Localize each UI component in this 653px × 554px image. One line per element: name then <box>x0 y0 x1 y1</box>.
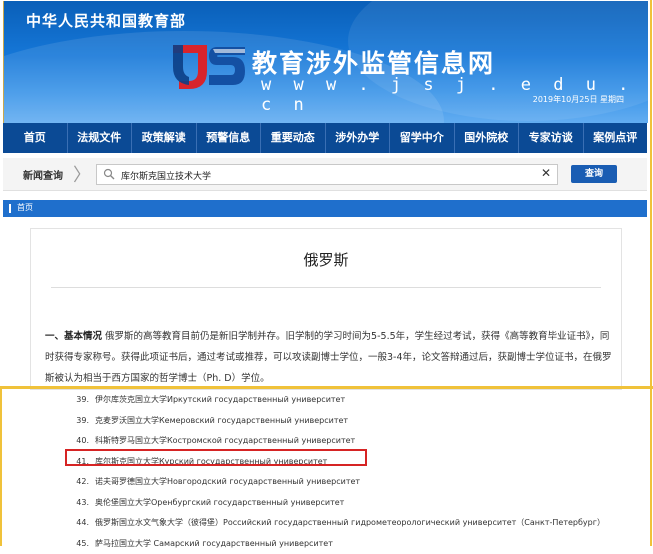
list-item-name: 科斯特罗马国立大学Костромской государственный уни… <box>95 436 355 445</box>
list-item-number: 39. <box>72 411 89 432</box>
section-divider <box>0 386 653 389</box>
list-item: 39. 伊尔库茨克国立大学Иркутский государственный ун… <box>72 390 632 411</box>
intro-paragraph: 一、基本情况 俄罗斯的高等教育目前仍是新旧学制并存。旧学制的学习时间为5-5.5… <box>45 326 615 389</box>
nav-item-schools[interactable]: 涉外办学 <box>326 123 391 153</box>
breadcrumb-home[interactable]: 首页 <box>17 202 33 213</box>
nav-item-cases[interactable]: 案例点评 <box>584 123 648 153</box>
list-item-name: 克麦罗沃国立大学Кемеровский государственный унив… <box>95 416 348 425</box>
nav-item-policy[interactable]: 政策解读 <box>132 123 197 153</box>
breadcrumb: 首页 <box>3 200 647 217</box>
highlight-box <box>65 449 367 466</box>
nav-item-foreign-institutions[interactable]: 国外院校 <box>455 123 520 153</box>
search-box[interactable]: ✕ <box>96 164 558 185</box>
current-date: 2019年10月25日 星期四 <box>533 94 624 105</box>
list-item: 43. 奥伦堡国立大学Оренбургский государственный у… <box>72 493 632 514</box>
list-item-number: 43. <box>72 493 89 514</box>
main-nav: 首页 法规文件 政策解读 预警信息 重要动态 涉外办学 留学中介 国外院校 专家… <box>3 123 647 153</box>
chevron-right-icon: 〉 <box>73 161 91 187</box>
frame-border-left <box>0 389 2 546</box>
intro-heading: 一、基本情况 <box>45 331 102 342</box>
list-item: 45. 萨马拉国立大学 Самарский государственный уни… <box>72 534 632 554</box>
search-icon <box>103 168 115 180</box>
list-item: 39. 克麦罗沃国立大学Кемеровский государственный у… <box>72 411 632 432</box>
close-icon[interactable]: ✕ <box>541 166 551 180</box>
jsj-logo-icon <box>169 37 249 95</box>
search-bar: 新闻查询 〉 ✕ 查询 <box>3 158 647 191</box>
list-item-name: 奥伦堡国立大学Оренбургский государственный унив… <box>95 498 344 507</box>
intro-text: 俄罗斯的高等教育目前仍是新旧学制并存。旧学制的学习时间为5-5.5年，学生经过考… <box>45 331 612 384</box>
title-divider <box>51 287 601 288</box>
page-title: 俄罗斯 <box>31 249 621 270</box>
list-item-name: 俄罗斯国立水文气象大学（彼得堡）Российский государственн… <box>95 518 605 527</box>
nav-item-regulations[interactable]: 法规文件 <box>68 123 133 153</box>
breadcrumb-marker <box>9 204 11 213</box>
search-label: 新闻查询 <box>23 167 63 182</box>
nav-item-news[interactable]: 重要动态 <box>261 123 326 153</box>
list-item-name: 萨马拉国立大学 Самарский государственный универ… <box>95 539 333 548</box>
list-item-name: 伊尔库茨克国立大学Иркутский государственный униве… <box>95 395 345 404</box>
list-item: 42. 诺夫哥罗德国立大学Новгородский государственный… <box>72 472 632 493</box>
ministry-title[interactable]: 中华人民共和国教育部 <box>26 10 186 31</box>
search-button[interactable]: 查询 <box>571 165 617 183</box>
site-header: 中华人民共和国教育部 教育涉外监管信息网 w w w . j s j . e d… <box>3 1 648 123</box>
article-card: 俄罗斯 一、基本情况 俄罗斯的高等教育目前仍是新旧学制并存。旧学制的学习时间为5… <box>30 228 622 390</box>
frame-border-right <box>650 0 652 546</box>
nav-item-home[interactable]: 首页 <box>3 123 68 153</box>
list-item-number: 44. <box>72 513 89 534</box>
list-item-name: 诺夫哥罗德国立大学Новгородский государственный ун… <box>95 477 360 486</box>
nav-item-interviews[interactable]: 专家访谈 <box>519 123 584 153</box>
list-item-number: 45. <box>72 534 89 554</box>
list-item-number: 42. <box>72 472 89 493</box>
nav-item-warnings[interactable]: 预警信息 <box>197 123 262 153</box>
list-item-number: 39. <box>72 390 89 411</box>
nav-item-agencies[interactable]: 留学中介 <box>390 123 455 153</box>
list-item: 44. 俄罗斯国立水文气象大学（彼得堡）Российский государств… <box>72 513 632 534</box>
university-list: 39. 伊尔库茨克国立大学Иркутский государственный ун… <box>72 390 632 554</box>
search-input[interactable] <box>119 166 533 184</box>
